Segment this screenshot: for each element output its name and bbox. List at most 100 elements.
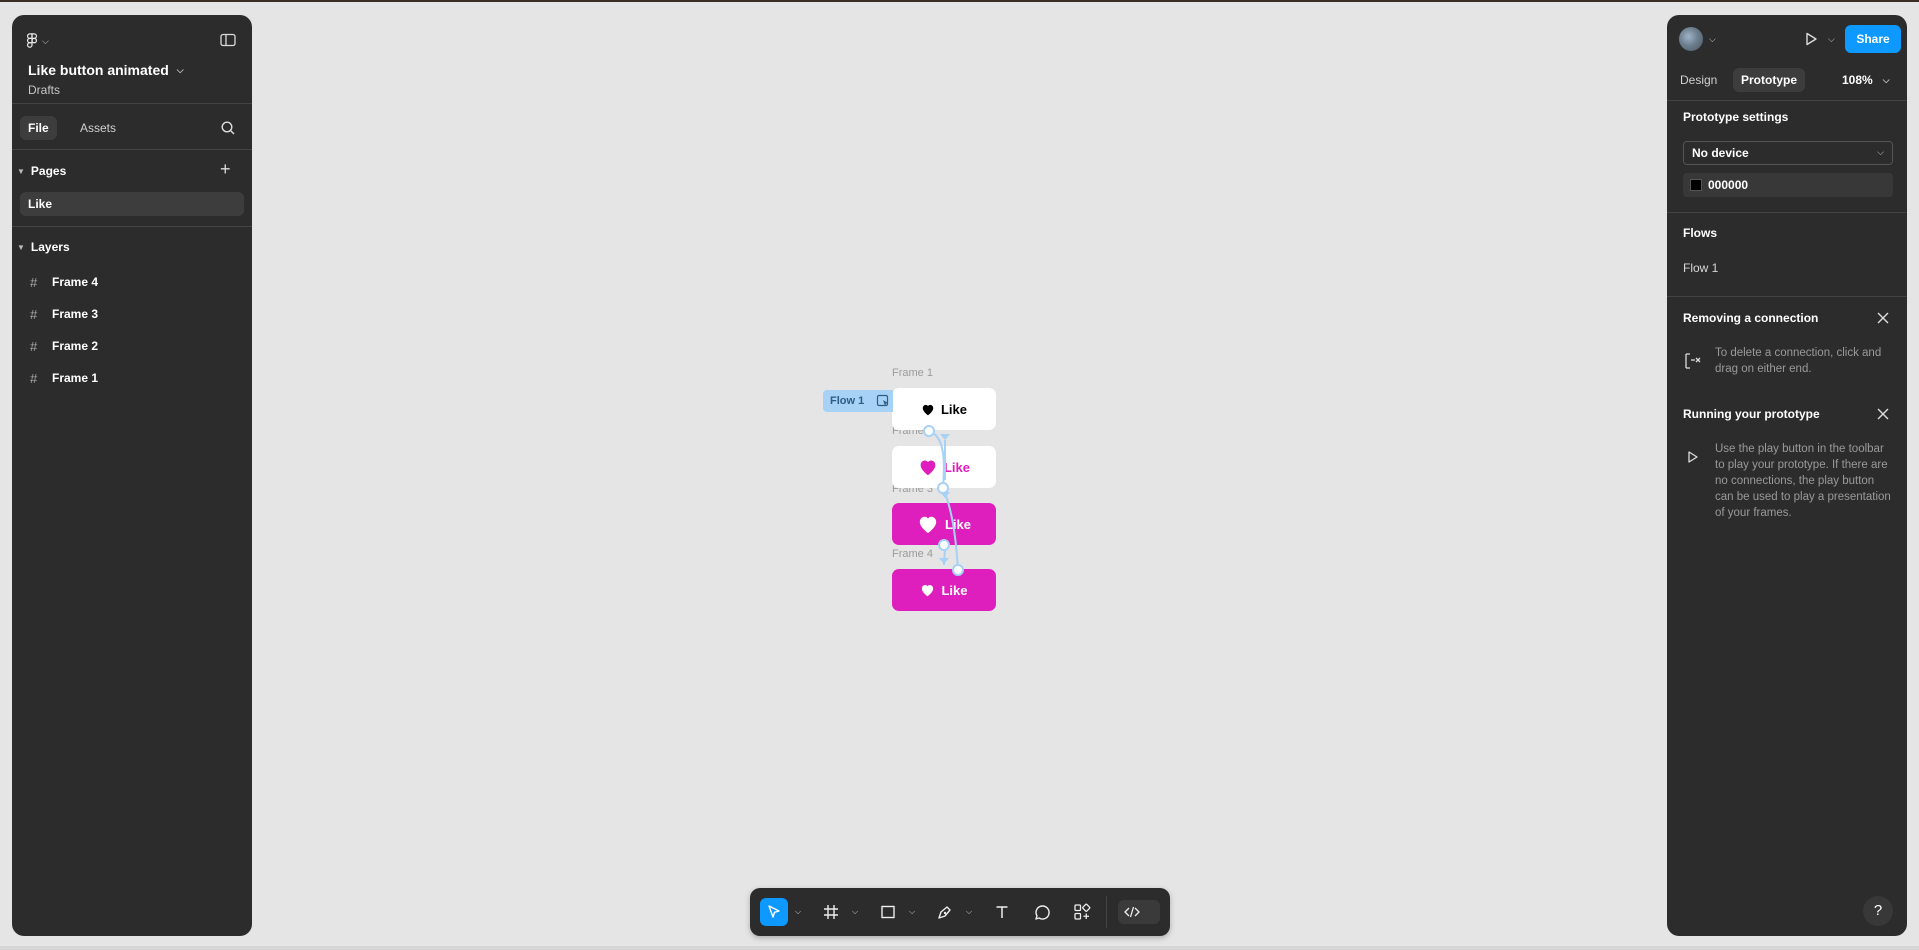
heart-icon [922, 585, 934, 597]
dev-mode-toggle[interactable] [1118, 900, 1160, 924]
background-color-field[interactable]: 000000 [1683, 173, 1893, 197]
apps-icon [1074, 903, 1091, 920]
play-flow-icon [876, 394, 889, 407]
like-label: Like [944, 516, 971, 532]
heart-icon [922, 404, 934, 415]
move-tool-button[interactable] [760, 898, 788, 926]
tip-text: Use the play button in the toolbar to pl… [1715, 443, 1891, 519]
close-icon [1877, 312, 1889, 324]
play-icon [1683, 447, 1703, 467]
remove-connection-icon [1683, 351, 1703, 371]
dev-mode-knob [1120, 902, 1144, 922]
chevron-down-icon[interactable]: ⌵ [909, 907, 915, 917]
tab-file[interactable]: File [20, 116, 57, 140]
shape-tool-button[interactable] [874, 898, 902, 926]
present-button[interactable] [1802, 30, 1820, 48]
zoom-level: 108% [1842, 73, 1873, 87]
chevron-down-icon[interactable]: ⌵ [966, 907, 972, 917]
page-item-like[interactable]: Like [20, 192, 244, 216]
frame-hash-icon: # [30, 274, 38, 290]
heart-icon [919, 516, 937, 534]
share-button[interactable]: Share [1845, 25, 1901, 53]
chevron-down-icon: ⌵ [1877, 147, 1884, 157]
left-sidebar: ⌵ Like button animated ⌵ Drafts File Ass… [12, 15, 252, 936]
cursor-icon [768, 905, 780, 918]
tab-design[interactable]: Design [1672, 68, 1725, 92]
device-select-value: No device [1692, 146, 1749, 160]
layers-section-header[interactable]: ▼ Layers [17, 240, 70, 254]
toolbar-divider [1106, 896, 1107, 928]
chevron-down-icon[interactable]: ⌵ [1709, 34, 1716, 45]
layer-row[interactable]: # Frame 1 [12, 365, 252, 391]
frame-2-like-button[interactable]: Like [892, 446, 996, 488]
frame-hash-icon: # [30, 370, 38, 386]
file-name-menu[interactable]: Like button animated ⌵ [28, 62, 184, 78]
file-location[interactable]: Drafts [28, 83, 60, 97]
close-tip-button[interactable] [1876, 311, 1890, 330]
like-label: Like [941, 582, 968, 598]
figma-logo-icon [26, 33, 38, 48]
divider [1667, 296, 1907, 297]
toggle-sidebar-button[interactable] [219, 31, 237, 49]
chevron-down-icon[interactable]: ⌵ [1828, 34, 1835, 45]
layer-name: Frame 4 [52, 275, 99, 289]
flows-heading: Flows [1683, 226, 1718, 240]
file-name: Like button animated [28, 62, 169, 78]
close-tip-button[interactable] [1876, 407, 1890, 426]
help-button[interactable]: ? [1863, 896, 1893, 926]
layer-name: Frame 3 [52, 307, 99, 321]
avatar[interactable] [1679, 27, 1703, 51]
pen-tool-button[interactable] [931, 898, 959, 926]
add-page-button[interactable]: + [220, 159, 231, 179]
text-tool-button[interactable] [988, 898, 1016, 926]
chevron-down-icon[interactable]: ⌵ [795, 907, 801, 917]
text-icon [996, 906, 1008, 918]
zoom-menu[interactable]: 108% ⌵ [1842, 68, 1890, 92]
tip-heading: Removing a connection [1683, 311, 1819, 325]
frame-label[interactable]: Frame 1 [892, 367, 933, 379]
frame-1-like-button[interactable]: Like [892, 388, 996, 430]
play-icon [1806, 32, 1817, 46]
frame-hash-icon: # [30, 306, 38, 322]
plus-icon: + [220, 159, 231, 179]
comment-tool-button[interactable] [1028, 898, 1056, 926]
frame-hash-icon: # [30, 338, 38, 354]
search-layers-button[interactable] [220, 120, 236, 136]
chevron-down-icon[interactable]: ⌵ [852, 907, 858, 917]
arrow-head [940, 492, 950, 498]
main-menu-button[interactable]: ⌵ [26, 29, 60, 53]
tab-assets[interactable]: Assets [72, 116, 124, 140]
frame-tool-button[interactable] [817, 898, 845, 926]
caret-down-icon: ▼ [17, 242, 25, 252]
frame-3-like-button[interactable]: Like [892, 503, 996, 545]
like-label: Like [943, 459, 970, 475]
actions-tool-button[interactable] [1068, 898, 1096, 926]
like-label: Like [940, 401, 967, 417]
chevron-down-icon: ⌵ [176, 64, 184, 75]
code-icon [1124, 906, 1140, 918]
pages-section-header[interactable]: ▼ Pages [17, 164, 66, 178]
pen-icon [938, 906, 951, 919]
layer-row[interactable]: # Frame 3 [12, 301, 252, 327]
chevron-down-icon: ⌵ [1882, 75, 1890, 85]
divider [1667, 100, 1907, 101]
heart-icon [920, 460, 936, 476]
layer-name: Frame 2 [52, 339, 99, 353]
divider [1667, 212, 1907, 213]
frame-label[interactable]: Frame 4 [892, 548, 933, 560]
layer-name: Frame 1 [52, 371, 99, 385]
layer-row[interactable]: # Frame 4 [12, 269, 252, 295]
flow-item[interactable]: Flow 1 [1683, 261, 1718, 275]
prototype-settings-heading: Prototype settings [1683, 110, 1789, 124]
device-select[interactable]: No device ⌵ [1683, 141, 1893, 165]
color-swatch[interactable] [1690, 179, 1702, 191]
layer-row[interactable]: # Frame 2 [12, 333, 252, 359]
flow-tag-label: Flow 1 [830, 395, 865, 407]
window-bottom-border [0, 946, 1919, 950]
frame-4-like-button[interactable]: Like [892, 569, 996, 611]
search-icon [221, 121, 235, 135]
close-icon [1877, 408, 1889, 420]
tab-prototype[interactable]: Prototype [1733, 68, 1806, 92]
background-hex-value: 000000 [1708, 178, 1749, 192]
flow-starting-point-tag[interactable]: Flow 1 [823, 390, 893, 412]
